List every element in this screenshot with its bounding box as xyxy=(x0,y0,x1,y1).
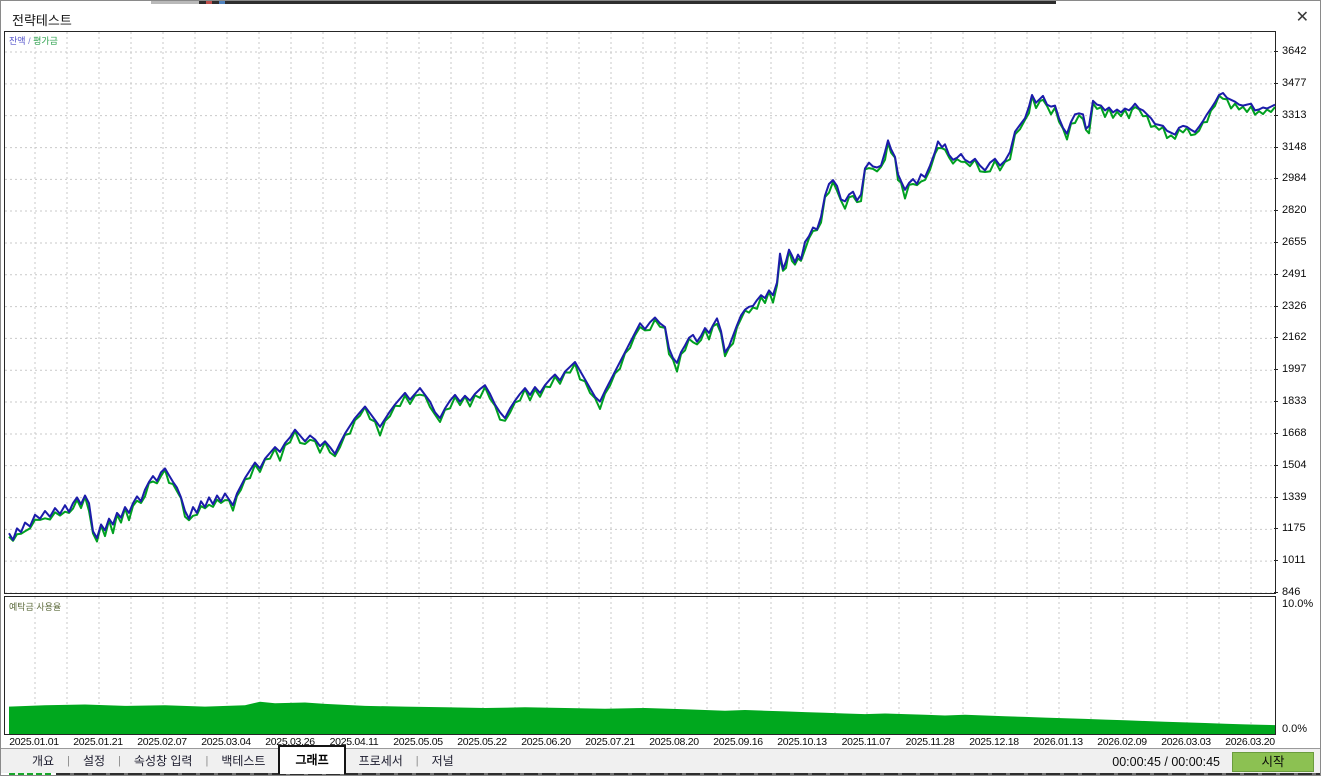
balance-equity-chart xyxy=(5,32,1275,593)
value-axis-tick xyxy=(1274,114,1278,116)
date-axis-label: 2025.09.16 xyxy=(713,736,763,748)
tab-프로세서[interactable]: 프로세서 xyxy=(346,749,416,773)
window-title: 전략테스트 xyxy=(12,13,72,28)
margin-usage-chart xyxy=(9,597,1275,734)
value-axis-label: 3148 xyxy=(1282,140,1307,153)
tab-속성창 입력[interactable]: 속성창 입력 xyxy=(121,749,206,773)
value-axis-label: 1339 xyxy=(1282,490,1307,503)
value-axis-tick xyxy=(1274,592,1278,593)
date-axis-label: 2025.03.04 xyxy=(201,736,251,748)
value-axis-label: 1997 xyxy=(1282,363,1307,376)
tab-설정[interactable]: 설정 xyxy=(70,749,118,773)
value-axis: 3642 3477 3313 3148 2984 2820 2655 2491 2326 2162… xyxy=(1274,31,1320,747)
usage-axis-min-label: 0.0% xyxy=(1282,723,1308,735)
date-axis-label: 2025.10.13 xyxy=(777,736,827,748)
value-axis-tick xyxy=(1274,178,1278,180)
date-axis-label: 2025.05.05 xyxy=(393,736,443,748)
value-axis-tick xyxy=(1274,432,1278,434)
value-axis-tick xyxy=(1274,210,1278,212)
value-axis-label: 2491 xyxy=(1282,267,1307,280)
tab-strip: 개요 | 설정 | 속성창 입력 | 백테스트 그래프 프로세서 | 저널 xyxy=(19,745,467,774)
status-right: 00:00:45 / 00:00:45 시작 xyxy=(1112,749,1314,774)
date-axis-label: 2025.01.01 xyxy=(9,736,59,748)
start-button[interactable]: 시작 xyxy=(1232,751,1314,772)
value-axis-tick xyxy=(1274,51,1278,52)
date-axis-label: 2026.03.20 xyxy=(1225,736,1275,748)
date-axis-label: 2026.03.03 xyxy=(1161,736,1211,748)
value-axis-tick xyxy=(1274,528,1278,530)
value-axis-label: 1668 xyxy=(1282,426,1307,439)
close-icon[interactable]: ✕ xyxy=(1296,8,1309,28)
usage-pane-label: 예탁금 사용율 xyxy=(9,602,62,612)
date-axis-label: 2025.05.22 xyxy=(457,736,507,748)
value-axis-tick xyxy=(1274,464,1278,466)
tab-그래프[interactable]: 그래프 xyxy=(278,745,346,774)
date-axis-label: 2026.01.13 xyxy=(1033,736,1083,748)
strategy-tester-window: 전략테스트 ✕ 잔액 / 평가금 예탁금 사용율 3642 3477 3313 314… xyxy=(0,0,1321,776)
value-axis-tick xyxy=(1274,560,1278,562)
value-axis-label: 846 xyxy=(1282,586,1301,598)
value-axis-tick xyxy=(1274,401,1278,403)
value-axis-tick xyxy=(1274,337,1278,339)
value-axis-label: 1011 xyxy=(1282,554,1306,567)
date-axis-label: 2026.02.09 xyxy=(1097,736,1147,748)
date-axis-label: 2025.08.20 xyxy=(649,736,699,748)
date-axis-label: 2025.02.07 xyxy=(137,736,187,748)
tab-개요[interactable]: 개요 xyxy=(19,749,67,773)
value-axis-label: 2984 xyxy=(1282,172,1307,185)
value-axis-label: 2655 xyxy=(1282,235,1307,248)
tab-백테스트[interactable]: 백테스트 xyxy=(208,749,278,773)
legend-equity-label: 평가금 xyxy=(33,36,58,46)
value-axis-label: 2162 xyxy=(1282,331,1307,344)
tester-status-bar: 개요 | 설정 | 속성창 입력 | 백테스트 그래프 프로세서 | 저널 00:00:45 / 0… xyxy=(1,745,1320,774)
value-axis-tick xyxy=(1274,82,1278,84)
value-axis-label: 3313 xyxy=(1282,108,1307,121)
title-bar: 전략테스트 ✕ xyxy=(1,4,1320,31)
date-axis: 2025.01.01 2025.01.21 2025.02.07 2025.03.04… xyxy=(4,735,1276,748)
date-axis-label: 2025.07.21 xyxy=(585,736,635,748)
value-axis-label: 1504 xyxy=(1282,458,1307,471)
value-axis-label: 3477 xyxy=(1282,76,1307,89)
value-axis-label: 1833 xyxy=(1282,395,1307,408)
date-axis-label: 2025.06.20 xyxy=(521,736,571,748)
elapsed-time: 00:00:45 / 00:00:45 xyxy=(1112,754,1220,769)
value-axis-label: 1175 xyxy=(1282,522,1306,535)
value-axis-label: 2326 xyxy=(1282,299,1307,312)
value-axis-tick xyxy=(1274,273,1278,275)
value-axis-label: 2820 xyxy=(1282,204,1307,217)
date-axis-label: 2025.12.18 xyxy=(969,736,1019,748)
tab-저널[interactable]: 저널 xyxy=(419,749,467,773)
value-axis-tick xyxy=(1274,369,1278,371)
value-axis-tick xyxy=(1274,146,1278,148)
value-axis-tick xyxy=(1274,305,1278,307)
value-axis-tick xyxy=(1274,241,1278,243)
chart-legend: 잔액 / 평가금 xyxy=(9,34,58,47)
value-axis-tick xyxy=(1274,496,1278,498)
margin-usage-chart-pane[interactable]: 예탁금 사용율 xyxy=(4,596,1276,735)
date-axis-label: 2025.11.07 xyxy=(841,736,891,748)
value-axis-label: 3642 xyxy=(1282,45,1307,57)
legend-balance-label: 잔액 xyxy=(9,36,26,46)
balance-equity-chart-pane[interactable]: 잔액 / 평가금 xyxy=(4,31,1276,594)
usage-axis-max-label: 10.0% xyxy=(1282,598,1314,610)
date-axis-label: 2025.01.21 xyxy=(73,736,123,748)
date-axis-label: 2025.11.28 xyxy=(905,736,955,748)
